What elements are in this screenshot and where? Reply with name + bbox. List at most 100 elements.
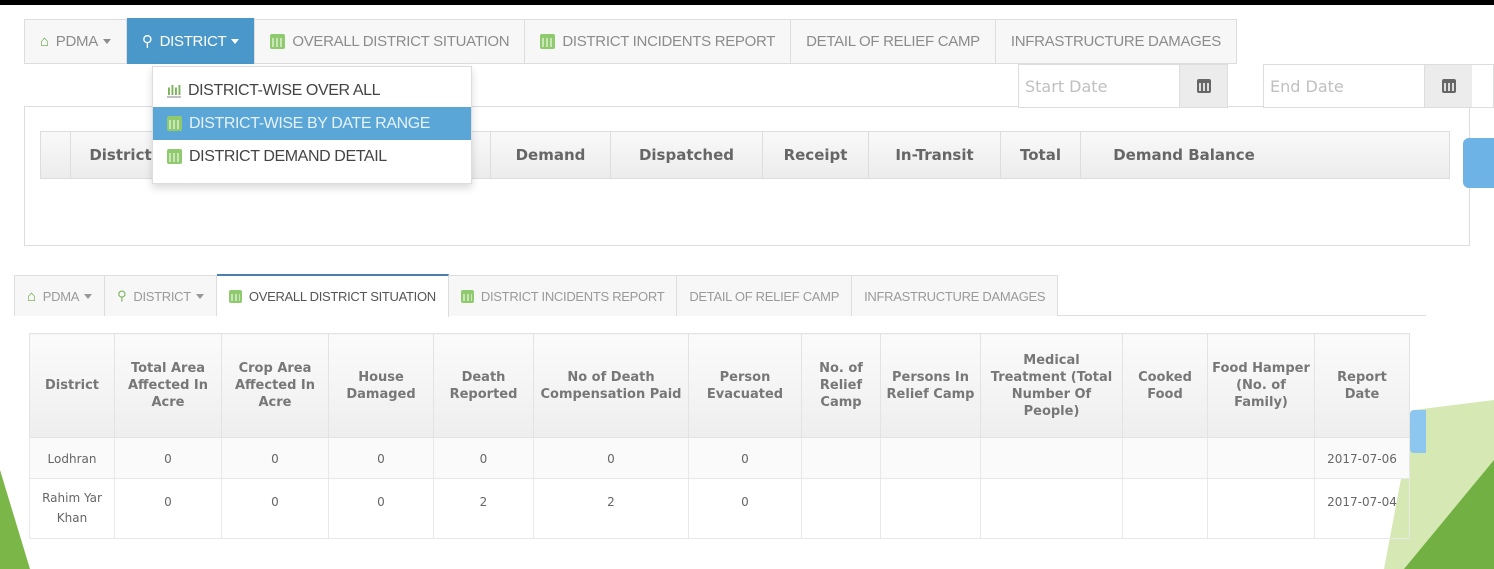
tab-district[interactable]: ⚲ DISTRICT [105, 276, 217, 316]
calendar-icon [540, 34, 556, 49]
column-header-persons-in-camp: Persons In Relief Camp [880, 333, 981, 438]
tab-infrastructure-damages[interactable]: INFRASTRUCTURE DAMAGES [852, 276, 1057, 316]
start-date-picker-button[interactable] [1179, 65, 1227, 107]
menu-item-label: DISTRICT-WISE OVER ALL [187, 81, 381, 99]
column-header-dispatched: Dispatched [611, 132, 763, 178]
column-header-cooked-food: Cooked Food [1122, 333, 1208, 438]
tab-label: INFRASTRUCTURE DAMAGES [864, 288, 1046, 304]
cell [880, 478, 981, 539]
bottom-nav-tabs: ⌂ PDMA ⚲ DISTRICT OVERALL DISTRICT SITUA… [14, 274, 1059, 317]
tab-label: DISTRICT INCIDENTS REPORT [480, 288, 665, 304]
column-header-house-damaged: House Damaged [328, 333, 434, 438]
calendar-icon [270, 34, 286, 49]
calendar-icon [1441, 79, 1456, 93]
cell [1207, 478, 1315, 539]
cell-district: Lodhran [29, 437, 115, 479]
column-header-receipt: Receipt [763, 132, 869, 178]
tab-detail-of-relief-camp[interactable]: DETAIL OF RELIEF CAMP [791, 20, 996, 63]
side-toggle-button[interactable] [1463, 138, 1494, 188]
tab-pdma[interactable]: ⌂ PDMA [15, 276, 106, 316]
cell [1122, 478, 1208, 539]
tab-overall-district-situation[interactable]: OVERALL DISTRICT SITUATION [216, 274, 449, 317]
cell: 2 [533, 478, 689, 539]
caret-down-icon [84, 293, 93, 299]
table-header-row: District Total Area Affected In Acre Cro… [29, 333, 1410, 438]
cell [801, 437, 881, 479]
tab-label: DISTRICT INCIDENTS REPORT [562, 33, 776, 50]
column-header-total: Total [1001, 132, 1081, 178]
cell [980, 437, 1123, 479]
district-dropdown-menu: ılıl DISTRICT-WISE OVER ALL DISTRICT-WIS… [152, 66, 472, 184]
cell-report-date: 2017-07-04 [1314, 478, 1410, 539]
caret-down-icon [231, 38, 240, 44]
column-header-death-reported: Death Reported [433, 333, 534, 438]
column-header-demand-balance: Demand Balance [1113, 146, 1255, 164]
calendar-icon [1196, 79, 1211, 93]
tab-label: OVERALL DISTRICT SITUATION [248, 289, 436, 304]
tab-label: DETAIL OF RELIEF CAMP [806, 33, 980, 50]
start-date-input[interactable] [1019, 65, 1179, 107]
tab-label: DISTRICT [159, 32, 227, 50]
cell [980, 478, 1123, 539]
column-header-total-area: Total Area Affected In Acre [114, 333, 222, 438]
bar-chart-icon: ılıl [167, 81, 181, 98]
top-nav-tabs: ⌂ PDMA ⚲ DISTRICT OVERALL DISTRICT SITUA… [24, 18, 1237, 64]
menu-item-district-wise-over-all[interactable]: ılıl DISTRICT-WISE OVER ALL [153, 74, 471, 107]
calendar-icon [460, 289, 474, 303]
column-header-relief-camps: No. of Relief Camp [801, 333, 881, 438]
cell: 0 [688, 478, 802, 539]
end-date-field[interactable] [1263, 64, 1494, 108]
cell: 0 [114, 437, 222, 479]
end-date-picker-button[interactable] [1424, 65, 1472, 107]
cell [801, 478, 881, 539]
column-header-crop-area: Crop Area Affected In Acre [221, 333, 329, 438]
menu-item-label: DISTRICT-WISE BY DATE RANGE [189, 114, 431, 132]
menu-item-label: DISTRICT DEMAND DETAIL [189, 147, 387, 165]
menu-item-district-wise-by-date-range[interactable]: DISTRICT-WISE BY DATE RANGE [153, 107, 471, 140]
top-black-bar [0, 0, 1494, 5]
cell-district: Rahim Yar Khan [29, 478, 115, 539]
tab-district[interactable]: ⚲ DISTRICT [126, 18, 256, 64]
tab-infrastructure-damages[interactable]: INFRASTRUCTURE DAMAGES [996, 20, 1236, 63]
cell: 0 [221, 478, 329, 539]
cell-report-date: 2017-07-06 [1314, 437, 1410, 479]
table-row: Lodhran 0 0 0 0 0 0 2017-07-06 [29, 437, 1410, 479]
tab-district-incidents-report[interactable]: DISTRICT INCIDENTS REPORT [449, 276, 678, 316]
column-header-blank [41, 132, 71, 178]
menu-item-district-demand-detail[interactable]: DISTRICT DEMAND DETAIL [153, 140, 471, 173]
column-header-demand: Demand [491, 132, 611, 178]
tab-pdma[interactable]: ⌂ PDMA [25, 20, 127, 63]
home-icon: ⌂ [40, 33, 49, 50]
tab-detail-of-relief-camp[interactable]: DETAIL OF RELIEF CAMP [677, 276, 853, 316]
tab-label: INFRASTRUCTURE DAMAGES [1010, 33, 1221, 50]
tab-label: DISTRICT [133, 288, 191, 304]
cell [880, 437, 981, 479]
column-header-food-hamper: Food Hamper (No. of Family) [1207, 333, 1315, 438]
cell [1122, 437, 1208, 479]
column-header-report-date: Report Date [1314, 333, 1410, 438]
column-header-medical-treatment: Medical Treatment (Total Number Of Peopl… [980, 333, 1123, 438]
calendar-icon [167, 116, 182, 131]
cell: 0 [328, 437, 434, 479]
tab-label: DETAIL OF RELIEF CAMP [689, 288, 840, 304]
tab-overall-district-situation[interactable]: OVERALL DISTRICT SITUATION [255, 20, 526, 63]
tab-district-incidents-report[interactable]: DISTRICT INCIDENTS REPORT [525, 20, 792, 63]
cell: 0 [688, 437, 802, 479]
cell: 0 [328, 478, 434, 539]
cell: 0 [533, 437, 689, 479]
cell: 0 [114, 478, 222, 539]
home-icon: ⌂ [27, 287, 36, 305]
tab-label: OVERALL DISTRICT SITUATION [292, 33, 510, 50]
calendar-icon [167, 149, 182, 164]
cell: 0 [221, 437, 329, 479]
side-toggle-button[interactable] [1410, 410, 1426, 453]
start-date-field[interactable] [1018, 64, 1228, 108]
caret-down-icon [102, 39, 111, 44]
caret-down-icon [195, 293, 204, 299]
end-date-input[interactable] [1264, 65, 1424, 107]
cell: 2 [433, 478, 534, 539]
calendar-icon [228, 290, 242, 303]
column-header-person-evacuated: Person Evacuated [688, 333, 802, 438]
map-marker-icon: ⚲ [117, 288, 127, 303]
column-header-district: District [29, 333, 115, 438]
